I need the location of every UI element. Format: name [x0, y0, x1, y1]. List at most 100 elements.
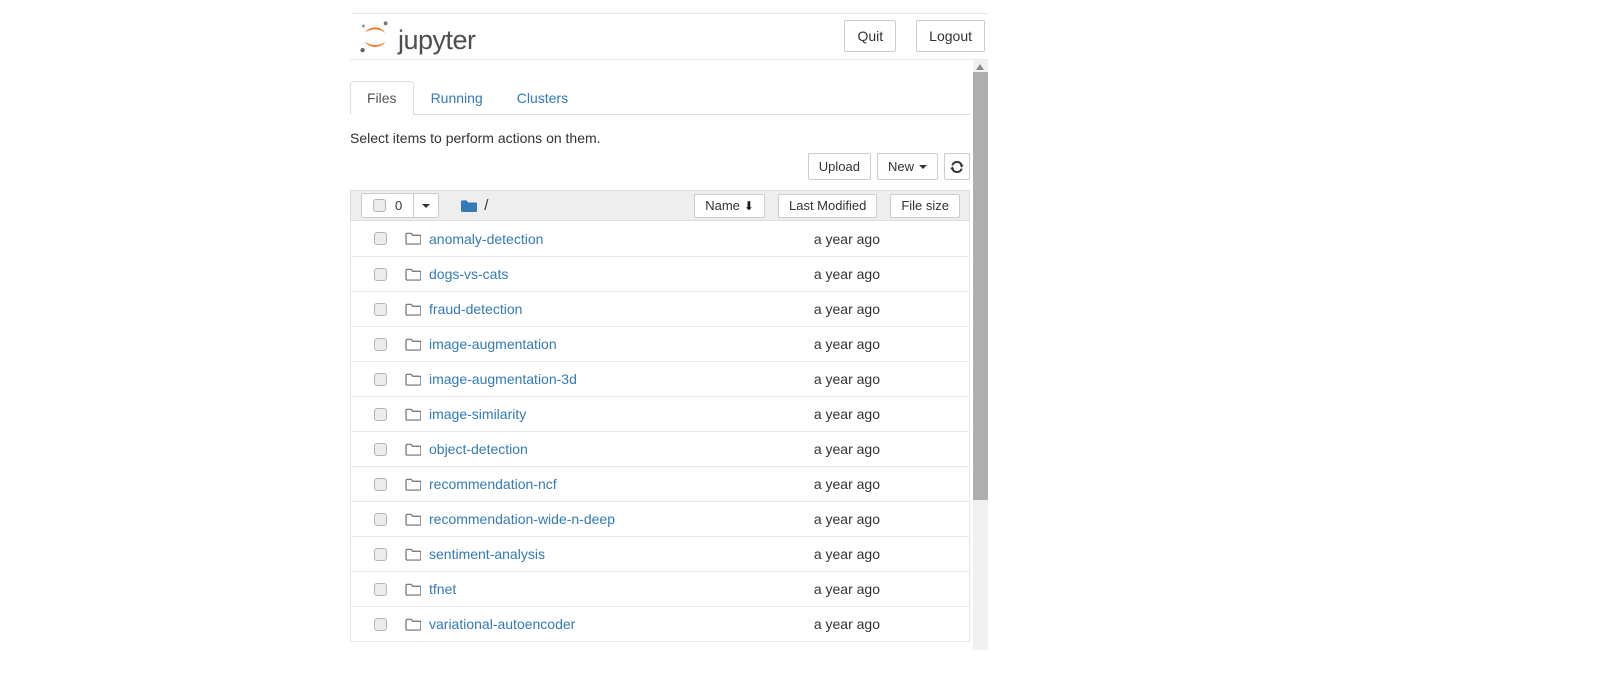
upload-label: Upload: [819, 159, 860, 174]
last-modified-text: a year ago: [814, 441, 880, 457]
select-all-group: 0: [361, 193, 439, 218]
folder-outline-icon: [405, 478, 421, 491]
caret-down-icon: [422, 204, 430, 208]
vertical-scrollbar[interactable]: [973, 60, 988, 650]
last-modified-text: a year ago: [814, 476, 880, 492]
jupyter-file-browser: jupyter Quit Logout Files Running Cluste…: [350, 0, 988, 679]
breadcrumb: /: [460, 197, 488, 214]
select-items-message: Select items to perform actions on them.: [350, 130, 970, 146]
file-row: variational-autoencoder a year ago: [351, 606, 969, 641]
tab-files[interactable]: Files: [350, 81, 414, 115]
row-checkbox[interactable]: [374, 478, 387, 491]
folder-outline-icon: [405, 583, 421, 596]
row-checkbox[interactable]: [374, 408, 387, 421]
logo-text: jupyter: [398, 25, 476, 56]
folder-outline-icon: [405, 303, 421, 316]
file-link[interactable]: sentiment-analysis: [429, 546, 545, 562]
folder-outline-icon: [405, 513, 421, 526]
file-link[interactable]: recommendation-ncf: [429, 476, 557, 492]
scrollbar-thumb[interactable]: [973, 72, 988, 500]
refresh-button[interactable]: [944, 153, 970, 180]
last-modified-text: a year ago: [814, 266, 880, 282]
row-checkbox[interactable]: [374, 373, 387, 386]
row-checkbox[interactable]: [374, 443, 387, 456]
select-all-checkbox[interactable]: [373, 199, 386, 212]
row-checkbox[interactable]: [374, 513, 387, 526]
new-label: New: [888, 159, 914, 174]
file-link[interactable]: image-similarity: [429, 406, 526, 422]
sort-by-file-size-button[interactable]: File size: [890, 194, 960, 218]
file-link[interactable]: object-detection: [429, 441, 528, 457]
file-row: dogs-vs-cats a year ago: [351, 256, 969, 291]
row-checkbox[interactable]: [374, 583, 387, 596]
last-modified-text: a year ago: [814, 231, 880, 247]
last-modified-text: a year ago: [814, 581, 880, 597]
folder-outline-icon: [405, 408, 421, 421]
folder-icon: [460, 199, 477, 213]
row-checkbox[interactable]: [374, 548, 387, 561]
row-checkbox[interactable]: [374, 303, 387, 316]
last-modified-text: a year ago: [814, 371, 880, 387]
file-row: sentiment-analysis a year ago: [351, 536, 969, 571]
tab-running[interactable]: Running: [414, 81, 500, 115]
quit-button[interactable]: Quit: [844, 20, 896, 52]
jupyter-logo[interactable]: jupyter: [357, 19, 476, 60]
logout-button[interactable]: Logout: [916, 20, 985, 52]
breadcrumb-root-link[interactable]: /: [484, 197, 488, 214]
folder-outline-icon: [405, 548, 421, 561]
page-content: Files Running Clusters Select items to p…: [350, 60, 970, 642]
folder-outline-icon: [405, 268, 421, 281]
last-modified-text: a year ago: [814, 336, 880, 352]
file-list-header: 0 / Name: [350, 190, 970, 221]
sort-by-last-modified-button[interactable]: Last Modified: [778, 194, 877, 218]
scroll-up-arrow-icon[interactable]: [976, 64, 984, 70]
last-modified-text: a year ago: [814, 406, 880, 422]
upload-button[interactable]: Upload: [808, 153, 871, 180]
select-all-button[interactable]: 0: [362, 194, 413, 217]
folder-outline-icon: [405, 443, 421, 456]
select-dropdown-toggle[interactable]: [413, 194, 438, 217]
file-link[interactable]: dogs-vs-cats: [429, 266, 508, 282]
header-buttons: Quit Logout: [844, 20, 985, 52]
file-row: recommendation-ncf a year ago: [351, 466, 969, 501]
last-modified-text: a year ago: [814, 301, 880, 317]
selected-count: 0: [395, 198, 402, 213]
file-link[interactable]: fraud-detection: [429, 301, 522, 317]
file-row: anomaly-detection a year ago: [351, 221, 969, 256]
folder-outline-icon: [405, 618, 421, 631]
file-row: tfnet a year ago: [351, 571, 969, 606]
row-checkbox[interactable]: [374, 268, 387, 281]
file-link[interactable]: recommendation-wide-n-deep: [429, 511, 615, 527]
file-row: recommendation-wide-n-deep a year ago: [351, 501, 969, 536]
row-checkbox[interactable]: [374, 618, 387, 631]
folder-outline-icon: [405, 338, 421, 351]
jupyter-logo-icon: [357, 19, 393, 60]
file-link[interactable]: image-augmentation-3d: [429, 371, 577, 387]
file-row: image-augmentation-3d a year ago: [351, 361, 969, 396]
file-row: object-detection a year ago: [351, 431, 969, 466]
file-link[interactable]: tfnet: [429, 581, 456, 597]
folder-outline-icon: [405, 373, 421, 386]
action-toolbar: Upload New: [350, 153, 970, 180]
last-modified-text: a year ago: [814, 616, 880, 632]
arrow-down-icon: ⬇: [744, 199, 754, 213]
caret-down-icon: [919, 165, 927, 169]
file-link[interactable]: image-augmentation: [429, 336, 557, 352]
tab-clusters[interactable]: Clusters: [500, 81, 585, 115]
sort-buttons: Name ⬇ Last Modified File size: [694, 194, 960, 218]
new-dropdown-button[interactable]: New: [877, 153, 938, 180]
site-header: jupyter Quit Logout: [350, 13, 988, 60]
file-link[interactable]: anomaly-detection: [429, 231, 543, 247]
tab-bar: Files Running Clusters: [350, 81, 970, 115]
last-modified-text: a year ago: [814, 546, 880, 562]
folder-outline-icon: [405, 232, 421, 245]
sort-by-name-button[interactable]: Name ⬇: [694, 194, 765, 218]
sort-name-label: Name: [705, 198, 740, 213]
row-checkbox[interactable]: [374, 338, 387, 351]
file-row: fraud-detection a year ago: [351, 291, 969, 326]
row-checkbox[interactable]: [374, 232, 387, 245]
refresh-icon: [950, 160, 964, 174]
file-link[interactable]: variational-autoencoder: [429, 616, 575, 632]
file-list: 0 / Name: [350, 190, 970, 642]
file-row: image-similarity a year ago: [351, 396, 969, 431]
